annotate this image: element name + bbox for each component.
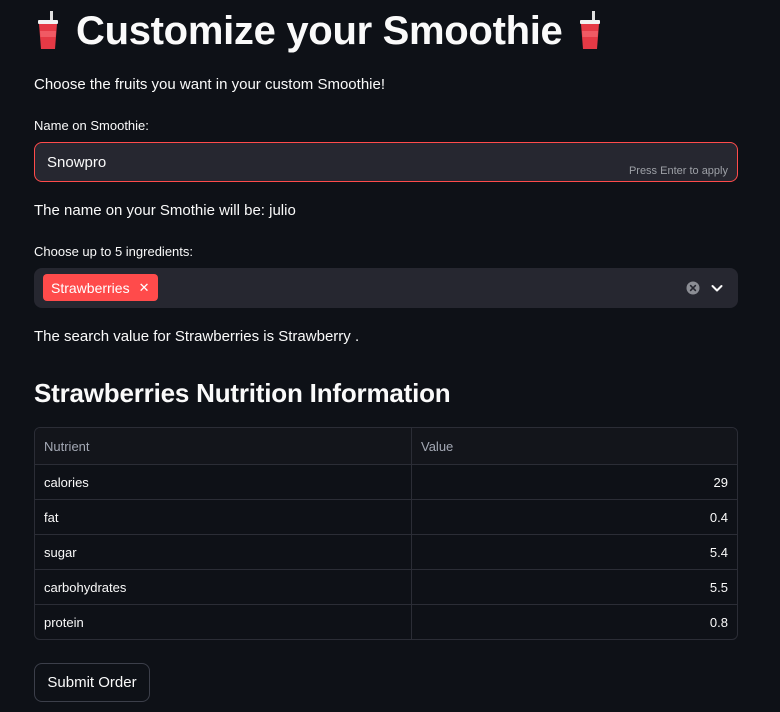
search-output-text: The search value for Strawberries is Str… [34,328,360,345]
nutrition-title: Strawberries Nutrition Information [34,378,451,408]
nutrient-cell[interactable]: carbohydrates [35,570,412,604]
ingredients-multiselect[interactable]: Strawberries ✕ [34,268,738,308]
table-row: carbohydrates 5.5 [35,569,737,604]
clear-all-icon[interactable] [686,281,700,295]
ingredient-chip-label: Strawberries [51,279,130,296]
column-header-value[interactable]: Value [412,428,737,464]
app-page: Customize your Smoothie Choose the fruit… [0,0,780,712]
page-title: Customize your Smoothie [76,8,563,53]
nutrient-cell[interactable]: sugar [35,535,412,569]
name-input-hint: Press Enter to apply [628,165,728,177]
nutrient-cell[interactable]: calories [35,465,412,499]
value-cell[interactable]: 5.5 [412,570,737,604]
table-header-row: Nutrient Value [35,428,737,464]
nutrition-table[interactable]: Nutrient Value calories 29 fat 0.4 sugar… [34,427,738,640]
table-row: fat 0.4 [35,499,737,534]
close-icon[interactable]: ✕ [139,281,150,294]
submit-order-button[interactable]: Submit Order [34,663,150,702]
table-row: calories 29 [35,464,737,499]
cup-with-straw-icon [580,11,601,49]
name-field-label: Name on Smoothie: [34,118,149,133]
value-cell[interactable]: 0.4 [412,500,737,534]
chevron-down-icon[interactable] [710,281,724,295]
nutrient-cell[interactable]: fat [35,500,412,534]
value-cell[interactable]: 5.4 [412,535,737,569]
ingredient-chip: Strawberries ✕ [43,274,158,301]
name-input[interactable]: Snowpro Press Enter to apply [34,142,738,182]
name-output-text: The name on your Smothie will be: julio [34,202,296,219]
column-header-nutrient[interactable]: Nutrient [35,428,412,464]
value-cell[interactable]: 29 [412,465,737,499]
intro-text: Choose the fruits you want in your custo… [34,76,386,93]
name-input-value[interactable]: Snowpro [47,154,106,171]
value-cell[interactable]: 0.8 [412,605,737,639]
page-header: Customize your Smoothie [34,2,604,60]
nutrient-cell[interactable]: protein [35,605,412,639]
table-row: sugar 5.4 [35,534,737,569]
table-row: protein 0.8 [35,604,737,639]
cup-with-straw-icon [38,11,58,49]
ingredients-label: Choose up to 5 ingredients: [34,244,193,259]
